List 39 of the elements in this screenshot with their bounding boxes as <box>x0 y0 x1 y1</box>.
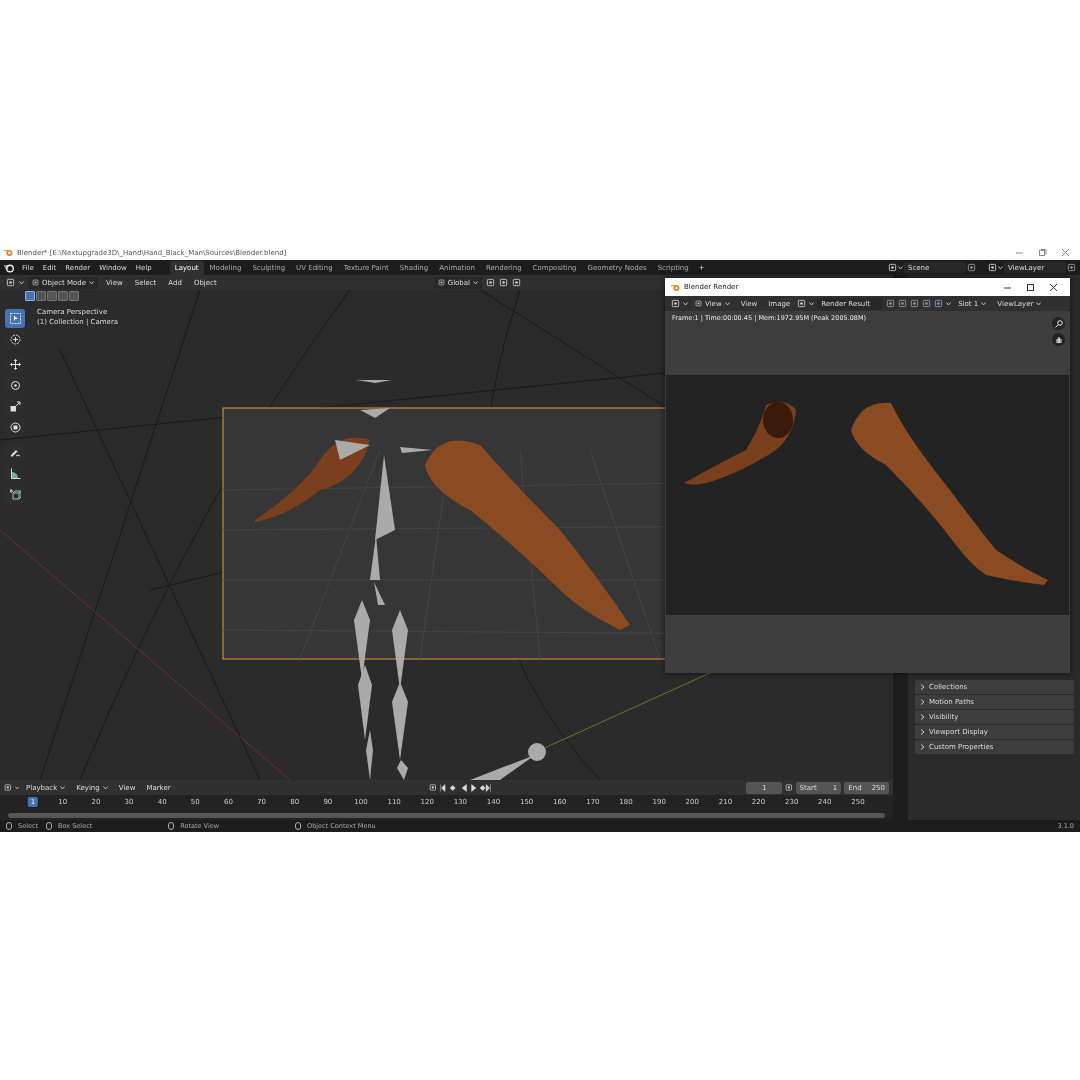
ruler-icon <box>9 468 21 479</box>
blender-logo-icon <box>4 248 13 257</box>
mouse-icon <box>46 822 53 830</box>
caret-icon <box>724 301 730 306</box>
scale-icon <box>9 401 21 412</box>
scrollbar[interactable] <box>8 812 885 818</box>
tool-button[interactable] <box>5 309 25 328</box>
caret-icon <box>14 785 19 790</box>
caret-icon <box>683 301 688 306</box>
move-icon <box>9 359 21 370</box>
hand-icon <box>1054 335 1063 344</box>
caret-icon <box>998 265 1003 270</box>
caret-icon <box>1036 301 1042 306</box>
zoom-button[interactable] <box>1052 317 1065 330</box>
blender-logo-icon <box>4 262 14 273</box>
mouse-icon <box>295 822 302 830</box>
transform-icon <box>9 422 21 433</box>
rotate-icon <box>9 380 21 391</box>
mouse-icon <box>168 822 175 830</box>
zoom-icon <box>1054 319 1063 328</box>
pencil-icon <box>9 447 21 458</box>
cursor-icon <box>9 334 21 345</box>
select-box-icon <box>9 313 21 324</box>
caret-icon <box>102 785 108 790</box>
mouse-icon <box>6 822 12 830</box>
caret-icon <box>898 265 903 270</box>
caret-icon <box>60 785 66 790</box>
caret-icon <box>946 301 952 306</box>
caret-icon <box>473 280 479 285</box>
add-cube-icon <box>9 489 21 500</box>
playback-controls-icon <box>439 782 493 793</box>
restore-icon[interactable] <box>1038 248 1047 257</box>
caret-icon <box>809 301 815 306</box>
pan-button[interactable] <box>1052 333 1065 346</box>
caret-icon <box>89 280 95 285</box>
caret-icon <box>19 280 24 285</box>
maximize-icon[interactable] <box>1026 282 1035 292</box>
caret-icon <box>981 301 987 306</box>
blender-logo-icon <box>671 282 680 292</box>
